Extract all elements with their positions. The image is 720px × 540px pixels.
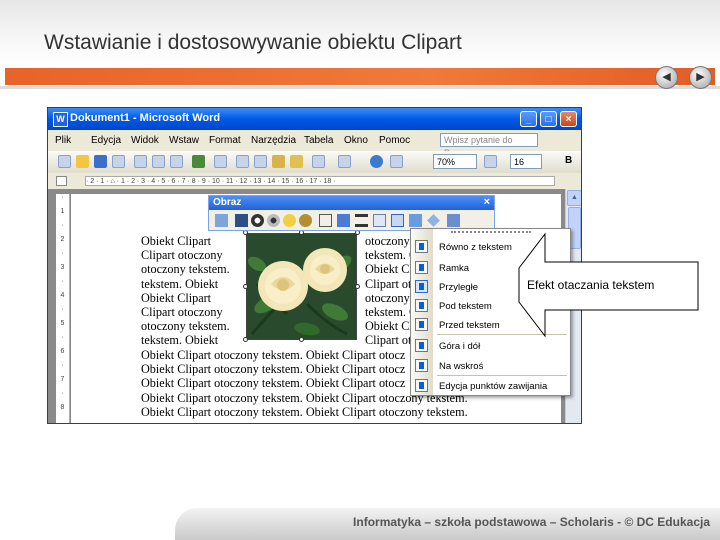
close-button[interactable]: × <box>560 111 577 127</box>
menu-bar: Plik Edycja Widok Wstaw Format Narzędzia… <box>48 130 581 158</box>
next-slide-button[interactable]: ▶ <box>689 66 712 89</box>
hyperlink-icon[interactable] <box>370 155 383 168</box>
open-folder-icon[interactable] <box>76 155 89 168</box>
wrap-through-icon <box>415 359 428 372</box>
menu-narzedzia[interactable]: Narzędzia <box>251 135 296 146</box>
tables-icon[interactable] <box>390 155 403 168</box>
wrap-inline-icon <box>415 240 428 253</box>
prev-slide-button[interactable]: ◀ <box>655 66 678 89</box>
menu-pomoc[interactable]: Pomoc <box>379 135 410 146</box>
copy-icon[interactable] <box>254 155 267 168</box>
more-contrast-icon[interactable] <box>251 214 264 227</box>
menu-format[interactable]: Format <box>209 135 241 146</box>
menu-edycja[interactable]: Edycja <box>91 135 121 146</box>
paste-icon[interactable] <box>272 155 285 168</box>
print-icon[interactable] <box>152 155 165 168</box>
less-contrast-icon[interactable] <box>267 214 280 227</box>
window-title: Dokument1 - Microsoft Word <box>70 112 221 124</box>
text-wrapping-icon[interactable] <box>391 214 404 227</box>
edit-wrap-points-icon <box>415 379 428 392</box>
compress-pictures-icon[interactable] <box>373 214 386 227</box>
word-app-icon[interactable]: W <box>53 112 68 127</box>
new-document-icon[interactable] <box>58 155 71 168</box>
wrap-behind-icon <box>415 299 428 312</box>
research-icon[interactable] <box>214 155 227 168</box>
slide-title: Wstawianie i dostosowywanie obiektu Clip… <box>44 31 462 54</box>
line-style-icon[interactable] <box>355 214 368 227</box>
scroll-up-icon[interactable]: ▲ <box>567 190 581 206</box>
wrap-square-icon <box>415 261 428 274</box>
permission-icon[interactable] <box>112 155 125 168</box>
crop-icon[interactable] <box>319 214 332 227</box>
email-icon[interactable] <box>134 155 147 168</box>
undo-icon[interactable] <box>312 155 325 168</box>
slide-divider <box>0 86 720 89</box>
wrap-through-item[interactable]: Na wskroś <box>411 356 570 376</box>
slide-accent-bar <box>5 68 715 85</box>
wrap-top-bottom-icon <box>415 339 428 352</box>
text-right-column: otoczony t tekstem. O Obiekt Cl Clipart … <box>365 234 411 348</box>
menu-tabela[interactable]: Tabela <box>304 135 333 146</box>
wrap-tight-icon <box>415 280 428 293</box>
less-brightness-icon[interactable] <box>299 214 312 227</box>
tab-selector[interactable] <box>56 176 67 186</box>
wrap-front-icon <box>415 318 428 331</box>
insert-picture-icon[interactable] <box>215 214 228 227</box>
menu-widok[interactable]: Widok <box>131 135 159 146</box>
callout-label: Efekt otaczania tekstem <box>527 278 655 292</box>
vertical-ruler: · 1 · 2 · 3 · 4 · 5 · 6 · 7 · 8 <box>56 194 70 423</box>
menu-grip[interactable] <box>451 231 531 236</box>
rotate-left-icon[interactable] <box>337 214 350 227</box>
bold-icon[interactable]: B <box>565 155 578 168</box>
text-left-column: Obiekt Clipart Clipart otoczony otoczony… <box>141 234 230 348</box>
standard-toolbar: 70% 16 B <box>48 151 581 174</box>
wrap-in-front-item[interactable]: Przed tekstem <box>411 315 570 335</box>
format-painter-icon[interactable] <box>290 155 303 168</box>
wrap-behind-text-item[interactable]: Pod tekstem <box>411 296 570 316</box>
font-size-select[interactable]: 16 <box>510 154 542 169</box>
menu-wstaw[interactable]: Wstaw <box>169 135 199 146</box>
ruler-scale: · 2 · 1 · ⌂ · 1 · 2 · 3 · 4 · 5 · 6 · 7 … <box>85 176 555 186</box>
spelling-icon[interactable] <box>192 155 205 168</box>
print-preview-icon[interactable] <box>170 155 183 168</box>
picture-toolbar: Obraz × <box>208 195 495 231</box>
picture-toolbar-close-icon[interactable]: × <box>484 196 490 208</box>
redo-icon[interactable] <box>338 155 351 168</box>
word-titlebar: W Dokument1 - Microsoft Word _ □ × <box>48 108 581 130</box>
help-icon[interactable] <box>484 155 497 168</box>
cut-icon[interactable] <box>236 155 249 168</box>
roses-illustration <box>247 234 356 339</box>
slide-footer-text: Informatyka – szkoła podstawowa – Schola… <box>353 515 710 529</box>
help-search-input[interactable]: Wpisz pytanie do Pomocy <box>440 133 538 158</box>
menu-separator <box>437 334 567 335</box>
resize-handle-e[interactable] <box>355 284 360 289</box>
picture-toolbar-titlebar[interactable]: Obraz × <box>209 196 494 210</box>
maximize-button[interactable]: □ <box>540 111 557 127</box>
zoom-select[interactable]: 70% <box>433 154 477 169</box>
clipart-roses-image[interactable] <box>246 233 357 340</box>
save-icon[interactable] <box>94 155 107 168</box>
horizontal-ruler[interactable]: · 2 · 1 · ⌂ · 1 · 2 · 3 · 4 · 5 · 6 · 7 … <box>48 173 581 189</box>
color-icon[interactable] <box>235 214 248 227</box>
format-picture-icon[interactable] <box>409 214 422 227</box>
menu-okno[interactable]: Okno <box>344 135 368 146</box>
set-transparent-color-icon[interactable] <box>427 214 440 227</box>
reset-picture-icon[interactable] <box>447 214 460 227</box>
minimize-button[interactable]: _ <box>520 111 537 127</box>
wrap-top-bottom-item[interactable]: Góra i dół <box>411 336 570 356</box>
resize-handle-sw[interactable] <box>243 337 248 342</box>
text-wrapping-menu: Równo z tekstem Ramka Przyległe Pod teks… <box>410 228 571 396</box>
picture-toolbar-title: Obraz <box>213 197 242 208</box>
more-brightness-icon[interactable] <box>283 214 296 227</box>
wrap-inline-item[interactable]: Równo z tekstem <box>411 237 570 257</box>
wrap-square-item[interactable]: Ramka <box>411 258 570 278</box>
resize-handle-s[interactable] <box>299 337 304 342</box>
edit-wrap-points-item[interactable]: Edycja punktów zawijania <box>411 376 570 396</box>
menu-plik[interactable]: Plik <box>55 135 71 146</box>
resize-handle-w[interactable] <box>243 284 248 289</box>
